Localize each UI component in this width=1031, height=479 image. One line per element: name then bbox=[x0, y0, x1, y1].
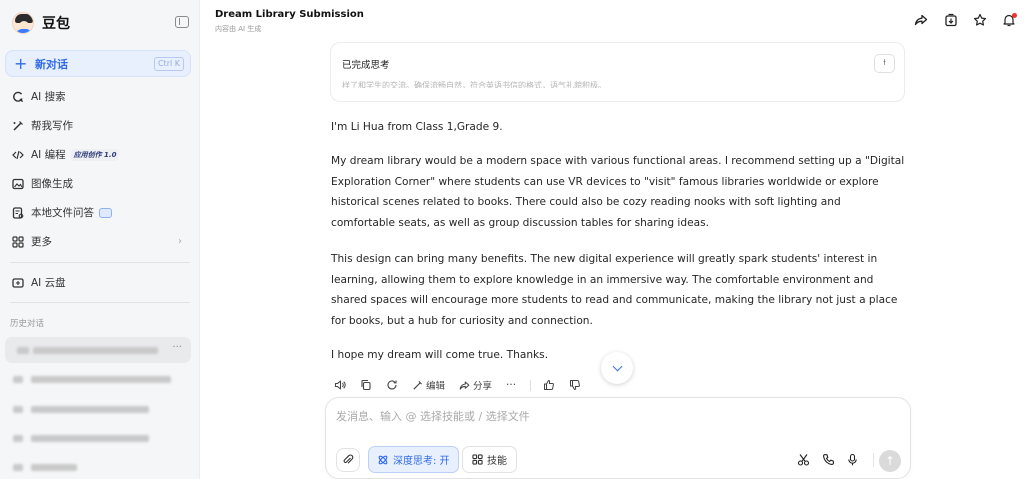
more-options-icon[interactable]: ··· bbox=[172, 342, 182, 353]
copy-icon[interactable] bbox=[360, 379, 372, 391]
regenerate-icon[interactable] bbox=[386, 379, 398, 391]
message-paragraph: This design can bring many benefits. The… bbox=[331, 253, 898, 327]
history-item[interactable] bbox=[5, 366, 191, 392]
deep-think-label: 深度思考: 开 bbox=[393, 456, 450, 467]
message-composer: 深度思考: 开 技能 ↑ bbox=[325, 397, 911, 479]
sidebar-item-label: AI 搜索 bbox=[31, 91, 66, 103]
grid-icon bbox=[472, 454, 483, 465]
sidebar-item-more[interactable]: 更多 › bbox=[0, 227, 199, 256]
star-icon[interactable] bbox=[972, 13, 988, 29]
thinking-preview: 样了和学生的交流。确保流畅自然，符合英语书信的格式，语气礼貌积极。 bbox=[342, 81, 606, 88]
scroll-to-bottom-button[interactable] bbox=[601, 352, 633, 384]
sidebar-nav: AI 搜索 帮我写作 AI 编程 应用创作 1.0 图像生成 本地文件问答 更多… bbox=[0, 82, 199, 256]
atom-icon bbox=[378, 455, 388, 464]
attach-button[interactable] bbox=[336, 448, 360, 472]
sidebar-item-label: AI 编程 bbox=[31, 149, 66, 161]
thinking-panel[interactable]: 已完成思考 ⟊ 样了和学生的交流。确保流畅自然，符合英语书信的格式，语气礼貌积极… bbox=[330, 42, 905, 102]
new-feature-icon bbox=[99, 207, 112, 218]
sidebar: 豆包 + 新对话 Ctrl K AI 搜索 帮我写作 AI 编程 应用创作 1.… bbox=[0, 0, 200, 479]
thumbs-down-icon[interactable] bbox=[569, 379, 581, 391]
more-actions-icon[interactable]: ··· bbox=[506, 379, 516, 391]
chevron-down-icon bbox=[612, 361, 622, 372]
notification-bell-icon[interactable] bbox=[1001, 13, 1017, 29]
shortcut-hint: Ctrl K bbox=[153, 57, 184, 71]
history-item[interactable] bbox=[5, 425, 191, 451]
message-input[interactable] bbox=[336, 406, 896, 426]
file-qa-icon bbox=[12, 206, 24, 219]
doubao-avatar-icon bbox=[12, 12, 34, 34]
plus-icon: + bbox=[14, 53, 28, 73]
sidebar-item-ai-search[interactable]: AI 搜索 bbox=[0, 82, 199, 111]
send-button[interactable]: ↑ bbox=[879, 450, 901, 472]
sidebar-item-ai-cloud[interactable]: AI 云盘 bbox=[0, 268, 199, 297]
notification-dot bbox=[1012, 13, 1017, 18]
history-item[interactable] bbox=[5, 396, 191, 422]
brand-name: 豆包 bbox=[42, 16, 70, 32]
arrow-up-icon: ↑ bbox=[884, 454, 896, 468]
thumbs-up-icon[interactable] bbox=[543, 379, 555, 391]
sidebar-collapse-icon[interactable] bbox=[175, 16, 189, 28]
skills-label: 技能 bbox=[487, 456, 507, 467]
sidebar-item-ai-coding[interactable]: AI 编程 应用创作 1.0 bbox=[0, 140, 199, 169]
share-icon[interactable] bbox=[913, 13, 929, 29]
sidebar-item-label: 更多 bbox=[31, 236, 52, 248]
composer-divider bbox=[873, 453, 874, 467]
sidebar-item-label: 本地文件问答 bbox=[31, 207, 94, 219]
expand-thinking-icon[interactable]: ⟊ bbox=[874, 54, 895, 73]
message-paragraph: My dream library would be a modern space… bbox=[331, 155, 905, 229]
conversation-title: Dream Library Submission bbox=[215, 9, 364, 20]
edit-button[interactable]: 编辑 bbox=[412, 378, 445, 392]
new-chat-button[interactable]: + 新对话 Ctrl K bbox=[5, 50, 191, 77]
skills-button[interactable]: 技能 bbox=[462, 446, 517, 473]
history-section-label: 历史对话 bbox=[10, 319, 45, 329]
sidebar-item-label: 帮我写作 bbox=[31, 120, 73, 132]
pen-icon bbox=[413, 380, 422, 390]
actions-divider bbox=[530, 379, 532, 391]
chat-header: Dream Library Submission 内容由 AI 生成 bbox=[200, 0, 1031, 40]
code-icon bbox=[12, 149, 24, 161]
message-paragraph: I'm Li Hua from Class 1,Grade 9. bbox=[331, 121, 503, 133]
sidebar-divider bbox=[10, 302, 190, 303]
share-icon bbox=[459, 380, 470, 390]
sidebar-item-label: 图像生成 bbox=[31, 178, 73, 190]
history-item[interactable]: ··· bbox=[5, 337, 191, 363]
thinking-status: 已完成思考 bbox=[342, 60, 390, 71]
scissors-icon[interactable] bbox=[796, 453, 810, 467]
brand[interactable]: 豆包 bbox=[12, 10, 70, 36]
sidebar-item-image-gen[interactable]: 图像生成 bbox=[0, 169, 199, 198]
share-button[interactable]: 分享 bbox=[459, 378, 492, 392]
share-label: 分享 bbox=[473, 381, 493, 392]
sidebar-item-label: AI 云盘 bbox=[31, 277, 66, 289]
history-item[interactable] bbox=[5, 454, 191, 479]
new-chat-label: 新对话 bbox=[35, 57, 68, 71]
message-actions: 编辑 分享 ··· bbox=[334, 378, 595, 392]
sidebar-divider bbox=[10, 262, 190, 263]
edit-label: 编辑 bbox=[426, 381, 446, 392]
microphone-icon[interactable] bbox=[845, 453, 859, 467]
app-creation-badge: 应用创作 1.0 bbox=[70, 148, 120, 161]
cloud-drive-icon bbox=[12, 277, 24, 289]
read-aloud-icon[interactable] bbox=[334, 379, 346, 391]
search-icon bbox=[12, 91, 24, 103]
phone-call-icon[interactable] bbox=[821, 453, 835, 467]
image-icon bbox=[12, 178, 24, 190]
grid-icon bbox=[12, 235, 24, 248]
ai-generated-note: 内容由 AI 生成 bbox=[215, 25, 262, 33]
sidebar-item-file-qa[interactable]: 本地文件问答 bbox=[0, 198, 199, 227]
export-icon[interactable] bbox=[943, 13, 959, 29]
pen-icon bbox=[12, 120, 24, 132]
chevron-right-icon: › bbox=[178, 236, 182, 247]
sidebar-item-writing[interactable]: 帮我写作 bbox=[0, 111, 199, 140]
paperclip-icon bbox=[343, 454, 354, 464]
deep-think-toggle[interactable]: 深度思考: 开 bbox=[368, 446, 459, 473]
